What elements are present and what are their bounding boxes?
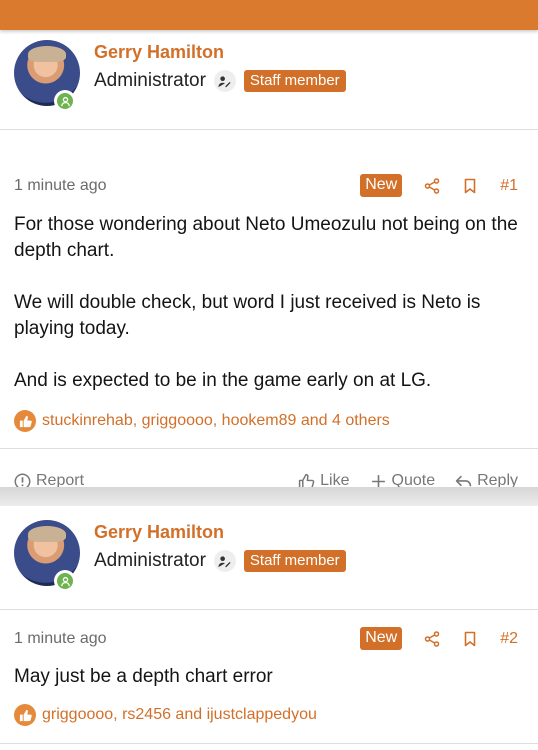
online-status (54, 90, 76, 112)
user-online-icon (57, 573, 73, 589)
post-number[interactable]: #1 (500, 177, 518, 195)
reaction-users[interactable]: griggoooo, rs2456 and ijustclappedyou (42, 706, 317, 724)
like-icon (14, 410, 36, 432)
post-paragraph: For those wondering about Neto Umeozulu … (14, 214, 518, 261)
bookmark-icon[interactable] (462, 631, 478, 647)
user-online-icon (57, 93, 73, 109)
share-icon[interactable] (424, 177, 440, 194)
author-role: Administrator (94, 70, 206, 91)
author-title: Administrator Staff member (94, 550, 346, 572)
divider (0, 448, 538, 449)
post-meta: 1 minute ago New #1 (14, 174, 518, 197)
post-body: May just be a depth chart error (14, 664, 520, 690)
post-paragraph: May just be a depth chart error (14, 666, 273, 687)
post-number[interactable]: #2 (500, 630, 518, 648)
share-icon[interactable] (424, 630, 440, 647)
new-badge: New (360, 174, 403, 197)
author-role: Administrator (94, 550, 206, 571)
reactions-bar[interactable]: stuckinrehab, griggoooo, hookem89 and 4 … (14, 410, 390, 432)
post-separator (0, 487, 538, 506)
author-name[interactable]: Gerry Hamilton (94, 42, 224, 63)
online-status (54, 570, 76, 592)
post-author-block: Gerry Hamilton Administrator Staff membe… (0, 30, 538, 130)
post-meta: 1 minute ago New #2 (14, 627, 518, 650)
bookmark-icon[interactable] (462, 178, 478, 194)
post-time[interactable]: 1 minute ago (14, 177, 107, 195)
post-time[interactable]: 1 minute ago (14, 630, 107, 648)
post: Gerry Hamilton Administrator Staff membe… (0, 30, 538, 489)
post-paragraph: We will double check, but word I just re… (14, 292, 481, 339)
reaction-users[interactable]: stuckinrehab, griggoooo, hookem89 and 4 … (42, 412, 390, 430)
admin-icon (213, 550, 236, 572)
reactions-bar[interactable]: griggoooo, rs2456 and ijustclappedyou (14, 704, 317, 726)
staff-badge: Staff member (243, 550, 346, 572)
post-author-block: Gerry Hamilton Administrator Staff membe… (0, 505, 538, 610)
staff-badge: Staff member (243, 70, 346, 92)
admin-icon (213, 70, 236, 92)
author-name[interactable]: Gerry Hamilton (94, 522, 224, 543)
top-bar (0, 0, 538, 30)
post-paragraph: And is expected to be in the game early … (14, 370, 432, 391)
new-badge: New (360, 627, 403, 650)
like-icon (14, 704, 36, 726)
divider (0, 743, 538, 744)
author-title: Administrator Staff member (94, 70, 346, 92)
post-body: For those wondering about Neto Umeozulu … (14, 212, 520, 394)
